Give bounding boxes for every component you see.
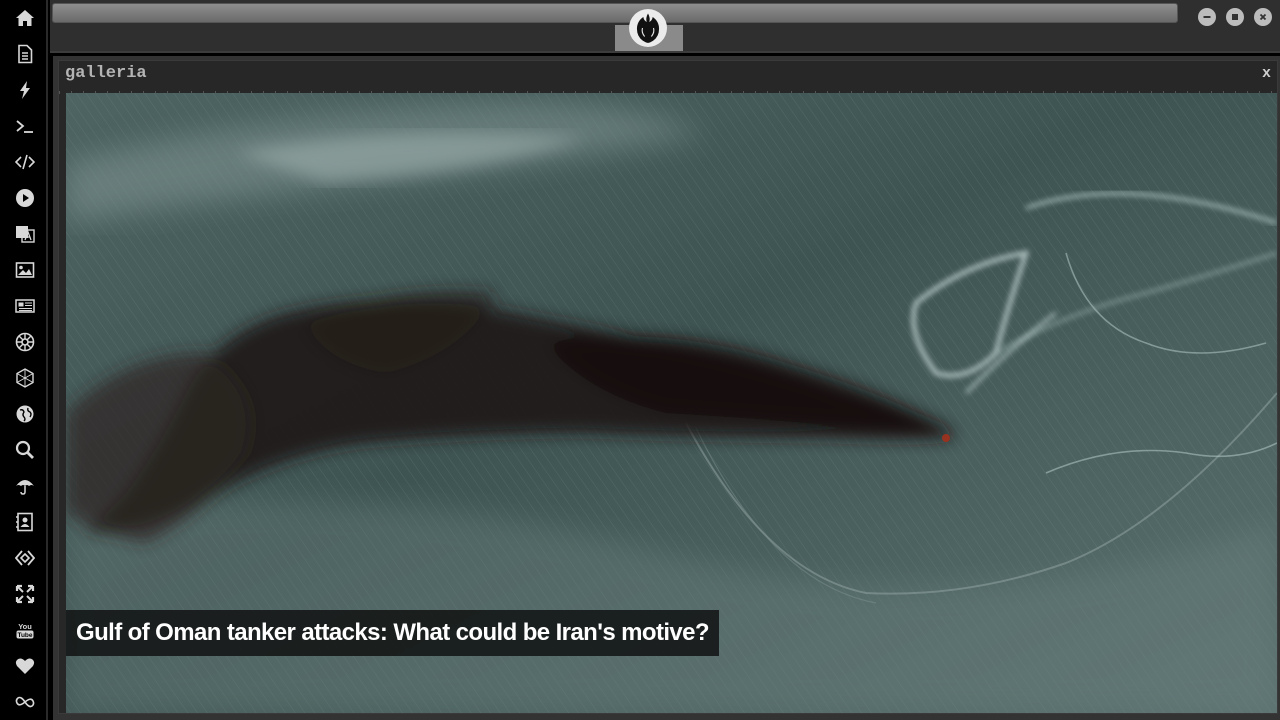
image-icon[interactable] <box>10 255 40 285</box>
heart-icon[interactable] <box>10 651 40 681</box>
top-bar <box>50 0 1280 53</box>
translate-icon[interactable] <box>10 219 40 249</box>
expand-icon[interactable] <box>10 579 40 609</box>
empire-icon[interactable] <box>10 327 40 357</box>
umbrella-icon[interactable] <box>10 471 40 501</box>
minimize-button[interactable] <box>1198 8 1216 26</box>
home-icon[interactable] <box>10 3 40 33</box>
window-title: galleria <box>65 64 147 83</box>
sidebar: You Tube <box>0 0 48 720</box>
close-button[interactable]: x <box>1262 65 1271 82</box>
maximize-button[interactable] <box>1226 8 1244 26</box>
svg-text:You: You <box>18 622 32 631</box>
rebel-alliance-logo-icon[interactable] <box>629 9 667 47</box>
image-caption: Gulf of Oman tanker attacks: What could … <box>66 610 719 656</box>
infinity-icon[interactable] <box>10 687 40 717</box>
play-icon[interactable] <box>10 183 40 213</box>
youtube-icon[interactable]: You Tube <box>10 615 40 645</box>
globe-icon[interactable] <box>10 399 40 429</box>
search-icon[interactable] <box>10 435 40 465</box>
address-bar[interactable] <box>52 3 1178 23</box>
newspaper-icon[interactable] <box>10 291 40 321</box>
close-window-button[interactable] <box>1254 8 1272 26</box>
contacts-icon[interactable] <box>10 507 40 537</box>
svg-text:Tube: Tube <box>17 632 32 639</box>
lightning-icon[interactable] <box>10 75 40 105</box>
code-icon[interactable] <box>10 147 40 177</box>
cube-icon[interactable] <box>10 363 40 393</box>
document-icon[interactable] <box>10 39 40 69</box>
diamond-code-icon[interactable] <box>10 543 40 573</box>
terminal-icon[interactable] <box>10 111 40 141</box>
